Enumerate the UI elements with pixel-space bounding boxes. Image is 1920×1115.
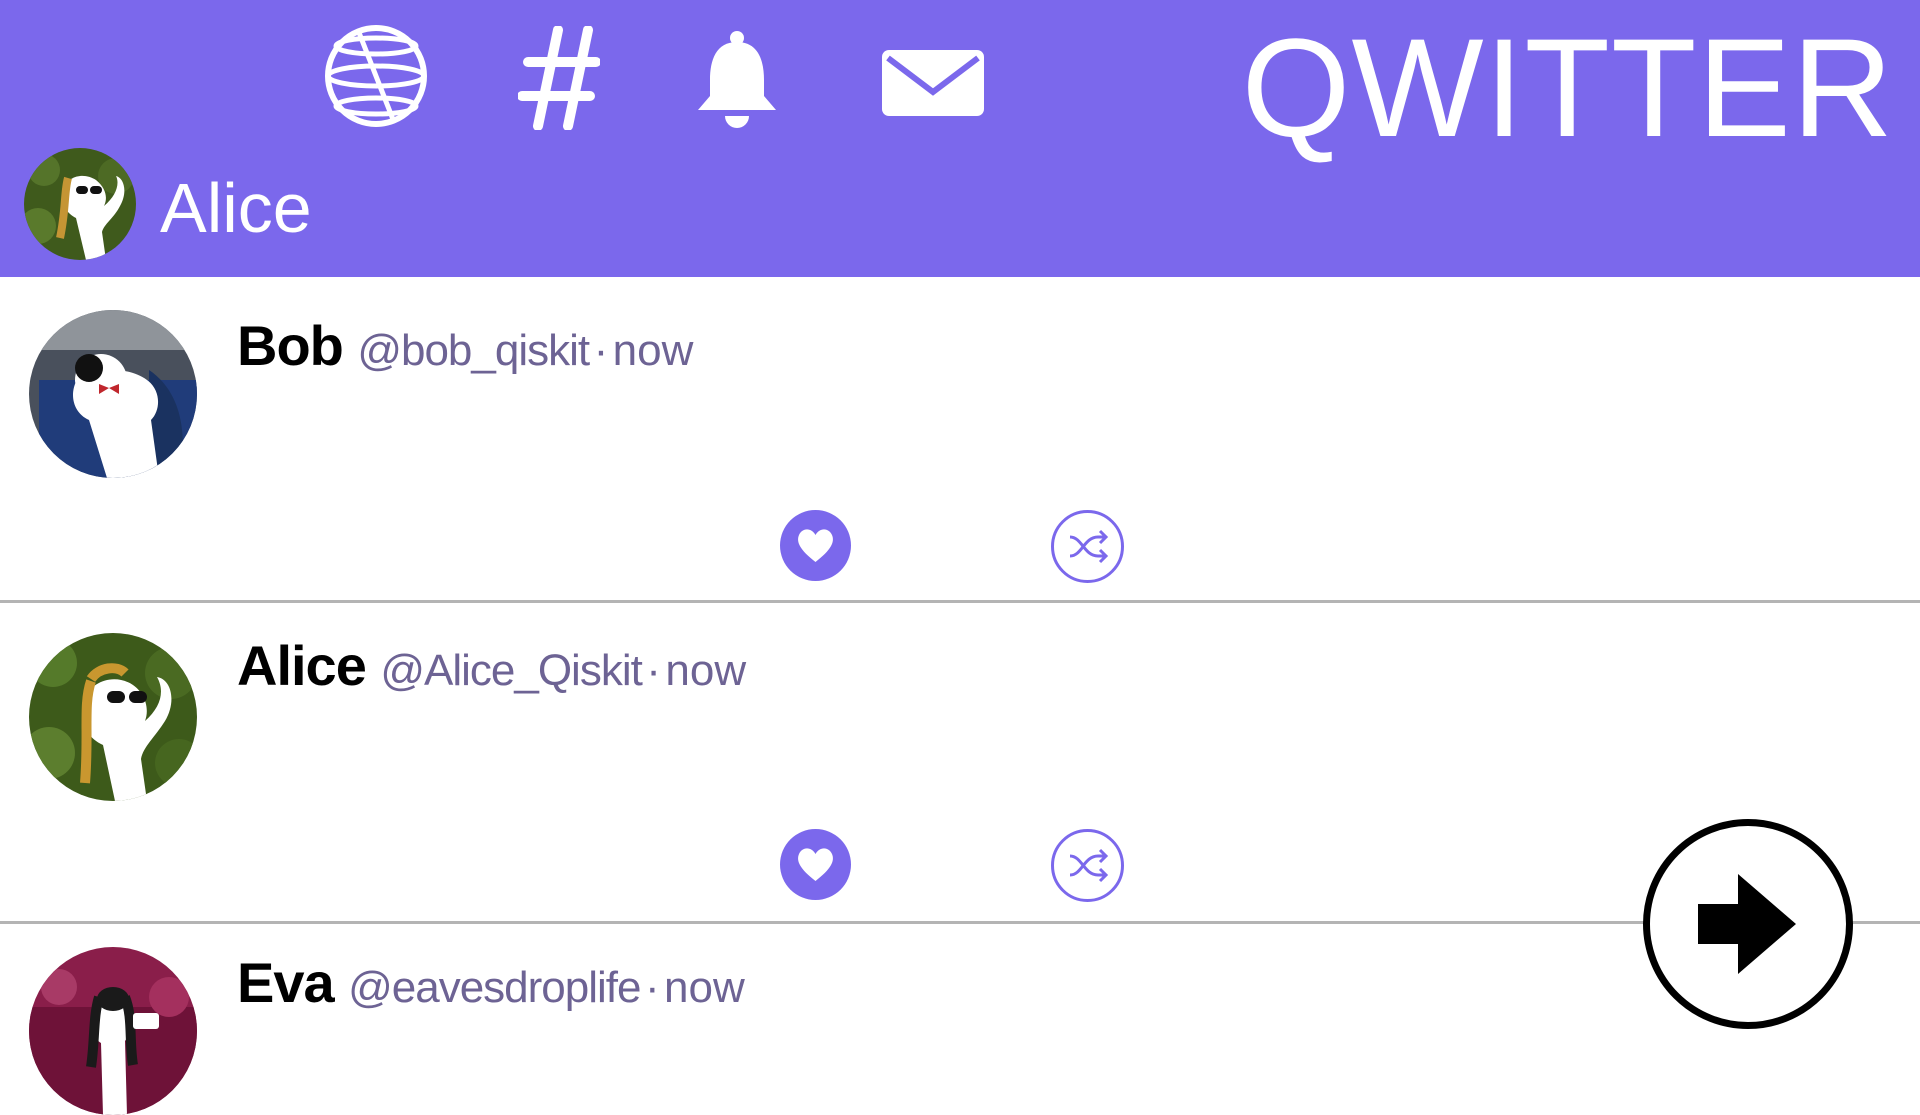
next-button[interactable]	[1643, 819, 1853, 1029]
avatar[interactable]	[29, 947, 197, 1115]
author-name[interactable]: Eva	[237, 951, 335, 1014]
shuffle-button[interactable]	[1051, 510, 1124, 583]
separator: ·	[646, 646, 661, 695]
timestamp: now	[612, 326, 694, 375]
mail-icon[interactable]	[880, 48, 986, 118]
globe-icon[interactable]	[324, 24, 428, 128]
like-button[interactable]	[780, 829, 851, 900]
author-handle[interactable]: @Alice_Qiskit	[380, 646, 643, 695]
feed-post: Bob @bob_qiskit · now	[0, 277, 1920, 603]
avatar[interactable]	[29, 633, 197, 801]
author-handle[interactable]: @bob_qiskit	[357, 326, 590, 375]
app-header: QWITTER Alice	[0, 0, 1920, 277]
post-meta: Eva @eavesdroplife · now	[237, 950, 745, 1015]
shuffle-icon	[1069, 848, 1109, 883]
author-handle[interactable]: @eavesdroplife	[348, 963, 641, 1012]
shuffle-icon	[1069, 529, 1109, 564]
brand-logo: QWITTER	[1241, 9, 1894, 166]
shuffle-button[interactable]	[1051, 829, 1124, 902]
current-user-avatar[interactable]	[24, 148, 136, 260]
post-meta: Bob @bob_qiskit · now	[237, 313, 693, 378]
like-button[interactable]	[780, 510, 851, 581]
feed-post: Alice @Alice_Qiskit · now	[0, 603, 1920, 924]
current-user-name: Alice	[160, 169, 312, 247]
hashtag-icon[interactable]	[518, 26, 600, 130]
separator: ·	[644, 963, 660, 1012]
avatar[interactable]	[29, 310, 197, 478]
feed-post: Eva @eavesdroplife · now	[0, 924, 1920, 1115]
heart-icon	[798, 848, 833, 881]
arrow-right-icon	[1698, 874, 1796, 974]
bell-icon[interactable]	[694, 30, 780, 130]
post-meta: Alice @Alice_Qiskit · now	[237, 633, 746, 698]
separator: ·	[593, 326, 609, 375]
timestamp: now	[665, 646, 747, 695]
heart-icon	[798, 529, 833, 562]
author-name[interactable]: Bob	[237, 314, 344, 377]
timestamp: now	[664, 963, 745, 1012]
author-name[interactable]: Alice	[237, 634, 367, 697]
